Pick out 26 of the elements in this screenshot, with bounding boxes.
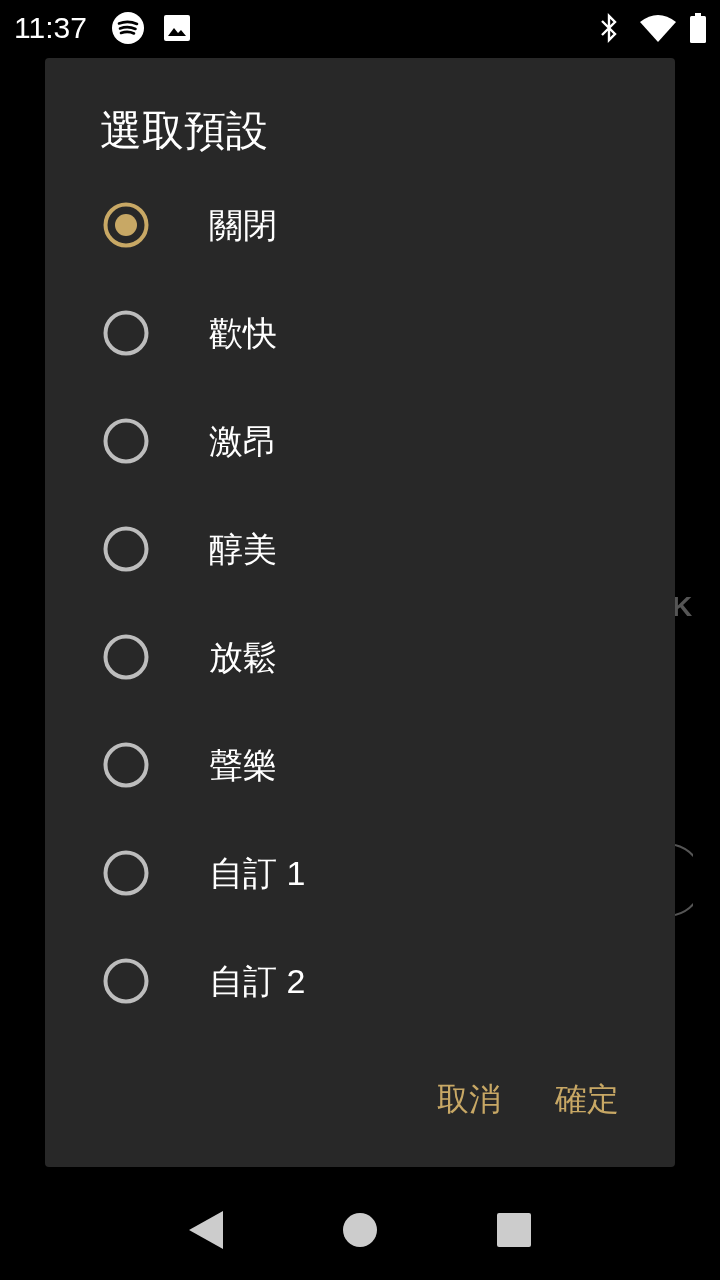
dialog-title: 選取預設	[100, 106, 268, 156]
option-label[interactable]: 放鬆	[209, 631, 277, 683]
dialog-button[interactable]: 取消	[429, 1069, 509, 1129]
back-icon[interactable]	[189, 1211, 223, 1249]
radio-button[interactable]	[103, 742, 149, 788]
radio-button[interactable]	[103, 958, 149, 1004]
option-label[interactable]: 聲樂	[209, 739, 277, 791]
option-label[interactable]: 自訂 2	[209, 955, 306, 1007]
radio-button[interactable]	[103, 526, 149, 572]
option-label[interactable]: 激昂	[209, 415, 277, 467]
image-icon	[163, 15, 190, 41]
radio-button[interactable]	[103, 634, 149, 680]
battery-icon	[690, 13, 706, 43]
wifi-icon	[640, 14, 676, 42]
radio-button[interactable]	[103, 310, 149, 356]
radio-button[interactable]	[103, 202, 149, 248]
option-label[interactable]: 自訂 1	[209, 847, 306, 899]
option-label[interactable]: 關閉	[209, 199, 277, 251]
circle-outline-icon	[675, 843, 693, 917]
home-icon[interactable]	[343, 1213, 377, 1247]
radio-button[interactable]	[103, 418, 149, 464]
dialog-button[interactable]: 確定	[547, 1069, 627, 1129]
status-time: 11:37	[14, 13, 87, 43]
radio-button[interactable]	[103, 850, 149, 896]
option-label[interactable]: 醇美	[209, 523, 277, 575]
option-label[interactable]: 歡快	[209, 307, 277, 359]
